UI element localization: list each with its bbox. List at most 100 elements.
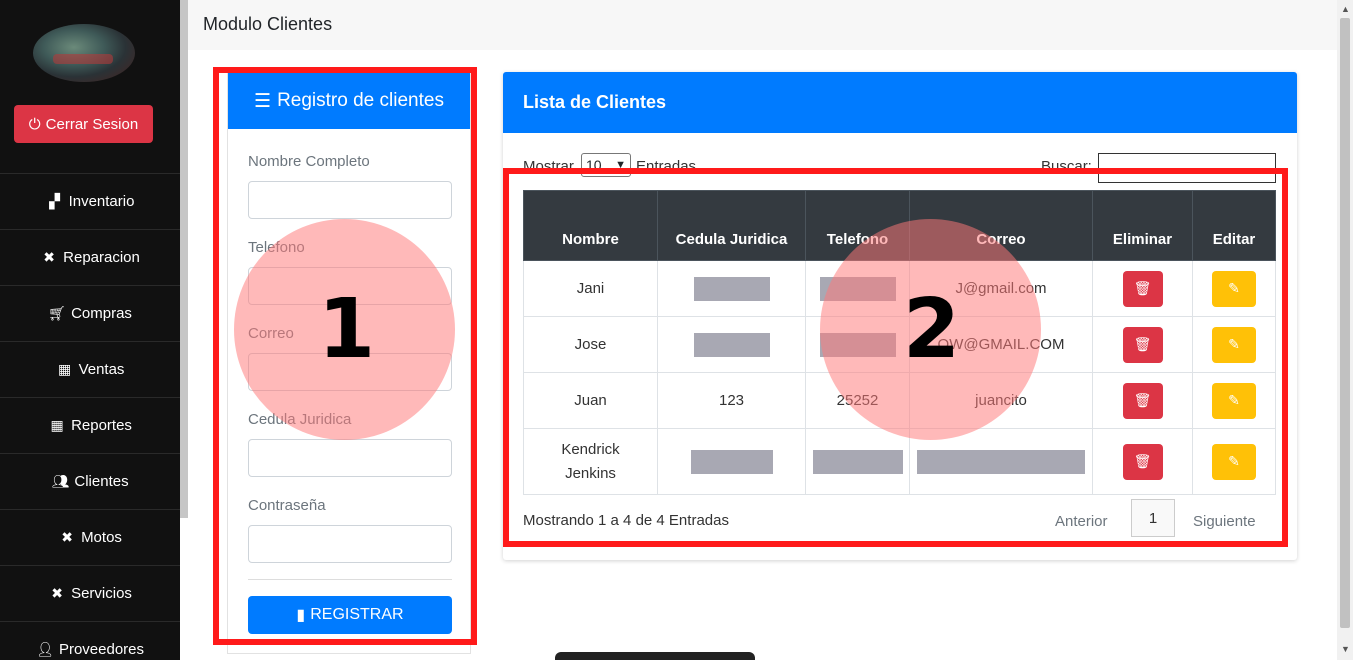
cell-telefono-redacted	[805, 428, 910, 495]
cell-cedula-redacted	[657, 316, 806, 373]
sidebar-item-proveedores[interactable]: 👤︎ Proveedores	[0, 621, 180, 660]
sidebar-item-ventas[interactable]: ▦ Ventas	[0, 341, 180, 397]
scroll-up-icon[interactable]: ▲	[1341, 4, 1350, 14]
pagination-current[interactable]: 1	[1131, 499, 1175, 537]
logout-button[interactable]: ⏻ Cerrar Sesion	[14, 105, 153, 143]
redaction-block	[690, 449, 773, 474]
user-tie-icon: 👤︎	[36, 641, 54, 657]
id-label: Cedula Juridica	[248, 411, 352, 428]
table-row: Jani J@gmail.com 🗑︎ ✎	[523, 260, 1276, 317]
column-header[interactable]: Correo	[909, 190, 1093, 261]
chevron-down-icon: ▼	[615, 159, 626, 171]
column-header[interactable]: Telefono	[805, 190, 910, 261]
cell-telefono-redacted	[805, 316, 910, 373]
password-label: Contraseña	[248, 497, 326, 514]
sidebar: ⏻ Cerrar Sesion ▞ Inventario ✖ Reparacio…	[0, 0, 180, 660]
trash-icon: 🗑︎	[1133, 336, 1152, 352]
cell-name: Kendrick Jenkins	[523, 428, 658, 495]
sidebar-scrollbar[interactable]	[180, 0, 188, 518]
registration-title: Registro de clientes	[277, 90, 444, 111]
column-header: Eliminar	[1092, 190, 1193, 261]
scrollbar-thumb[interactable]	[1340, 18, 1350, 628]
client-list-title: Lista de Clientes	[523, 92, 667, 112]
redaction-block	[917, 449, 1085, 474]
entries-select-value: 10	[586, 157, 602, 173]
cart-icon: 🛒︎	[48, 305, 66, 321]
edit-icon: ✎	[1228, 336, 1240, 352]
cell-email-redacted	[909, 428, 1093, 495]
sidebar-item-inventario[interactable]: ▞ Inventario	[0, 173, 180, 229]
divider	[248, 579, 452, 580]
pagination-prev[interactable]: Anterior	[1055, 513, 1108, 530]
edit-button[interactable]: ✎	[1212, 270, 1256, 307]
bars-icon: ☰	[254, 90, 272, 112]
sidebar-item-compras[interactable]: 🛒︎ Compras	[0, 285, 180, 341]
cell-cedula-redacted	[657, 428, 806, 495]
sidebar-item-reparacion[interactable]: ✖ Reparacion	[0, 229, 180, 285]
delete-button[interactable]: 🗑︎	[1122, 382, 1163, 419]
sidebar-item-servicios[interactable]: ✖ Servicios	[0, 565, 180, 621]
edit-button[interactable]: ✎	[1212, 443, 1256, 480]
cell-edit: ✎	[1192, 260, 1276, 317]
sidebar-item-reportes[interactable]: ▦ Reportes	[0, 397, 180, 453]
edit-button[interactable]: ✎	[1212, 382, 1256, 419]
table-row: Jose OW@GMAIL.COM 🗑︎ ✎	[523, 316, 1276, 373]
cell-name: Juan	[523, 372, 658, 429]
delete-button[interactable]: 🗑︎	[1122, 326, 1163, 363]
cell-edit: ✎	[1192, 372, 1276, 429]
cell-cedula-redacted	[657, 260, 806, 317]
edit-icon: ✎	[1228, 453, 1240, 469]
cell-email: J@gmail.com	[909, 260, 1093, 317]
sidebar-item-motos[interactable]: ✖ Motos	[0, 509, 180, 565]
avatar	[33, 24, 135, 82]
search-label: Buscar:	[1041, 158, 1092, 175]
edit-button[interactable]: ✎	[1212, 326, 1256, 363]
registration-card: ☰ Registro de clientes Nombre Completo T…	[227, 72, 471, 654]
cell-cedula: 123	[657, 372, 806, 429]
sidebar-item-label: Proveedores	[58, 641, 145, 658]
cell-edit: ✎	[1192, 428, 1276, 495]
cell-telefono-redacted	[805, 260, 910, 317]
sidebar-nav: ▞ Inventario ✖ Reparacion 🛒︎ Compras ▦ V…	[0, 173, 180, 660]
sidebar-item-clientes[interactable]: 👥︎ Clientes	[0, 453, 180, 509]
trash-icon: 🗑︎	[1133, 453, 1152, 469]
entries-select[interactable]: 10 ▼	[581, 153, 631, 177]
show-label: Mostrar	[523, 158, 574, 175]
phone-field[interactable]	[248, 267, 452, 305]
client-list-header: Lista de Clientes	[503, 72, 1297, 133]
sidebar-item-label: Clientes	[74, 473, 129, 490]
column-header[interactable]: Cedula Juridica	[657, 190, 806, 261]
column-header[interactable]: Nombre	[523, 190, 658, 261]
delete-button[interactable]: 🗑︎	[1122, 270, 1163, 307]
client-list-card: Lista de Clientes Mostrar 10 ▼ Entradas …	[503, 72, 1297, 560]
sidebar-item-label: Ventas	[78, 361, 125, 378]
sidebar-item-label: Inventario	[68, 193, 135, 210]
sitemap-icon: ▞	[49, 193, 60, 209]
password-field[interactable]	[248, 525, 452, 563]
delete-button[interactable]: 🗑︎	[1122, 443, 1163, 480]
cell-name: Jose	[523, 316, 658, 373]
scroll-down-icon[interactable]: ▼	[1341, 644, 1350, 654]
page-scrollbar[interactable]	[1337, 0, 1353, 660]
tools-icon: ✖	[51, 585, 63, 601]
pagination-next[interactable]: Siguiente	[1193, 513, 1256, 530]
redaction-block	[812, 449, 903, 474]
redaction-block	[819, 276, 896, 301]
tools-icon: ✖	[61, 529, 73, 545]
email-field[interactable]	[248, 353, 452, 391]
cell-name: Jani	[523, 260, 658, 317]
cell-delete: 🗑︎	[1092, 260, 1193, 317]
top-bar	[188, 0, 1337, 50]
redaction-block	[693, 276, 770, 301]
id-field[interactable]	[248, 439, 452, 477]
name-field[interactable]	[248, 181, 452, 219]
registration-header: ☰ Registro de clientes	[228, 73, 470, 129]
sidebar-item-label: Servicios	[71, 585, 132, 602]
table-header-row: Nombre Cedula Juridica Telefono Correo E…	[523, 190, 1276, 261]
phone-label: Telefono	[248, 239, 305, 256]
tools-icon: ✖	[43, 249, 55, 265]
search-input[interactable]	[1098, 153, 1276, 183]
table-row: Juan 123 25252 juancito 🗑︎ ✎	[523, 372, 1276, 429]
cell-telefono: 25252	[805, 372, 910, 429]
register-button[interactable]: ▮ REGISTRAR	[248, 596, 452, 634]
